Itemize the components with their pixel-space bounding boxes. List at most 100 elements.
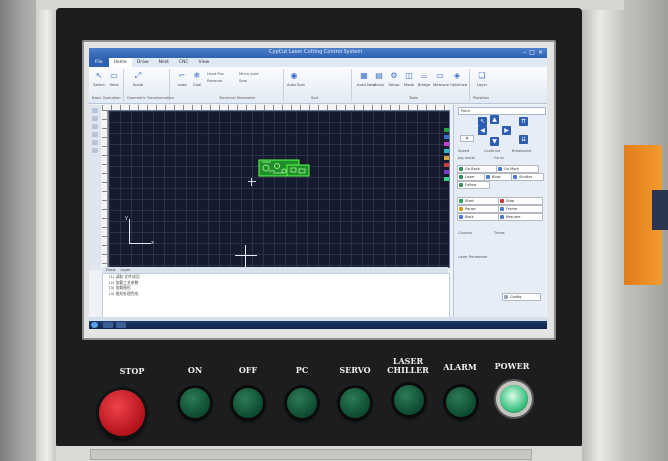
close-button[interactable]: ×: [538, 49, 543, 57]
group-label: Ploisition: [473, 96, 490, 100]
group-label: Sort: [311, 96, 319, 100]
tab-log-layer[interactable]: Layer: [121, 268, 131, 272]
auto-nest-button[interactable]: ▦ Auto Nest: [357, 71, 376, 87]
layer-button[interactable]: ❏ Layer: [475, 71, 489, 87]
monitor-screen: CypCut Laser Cutting Control System – □ …: [89, 48, 547, 329]
on-button[interactable]: [180, 388, 210, 418]
tab-nest[interactable]: Nest: [154, 60, 174, 65]
speed-button[interactable]: ▪: [460, 135, 474, 142]
bridge-button[interactable]: ⌓ Bridge: [417, 71, 431, 87]
arrow-right-icon[interactable]: ▶: [502, 126, 511, 135]
arrow-left-icon[interactable]: ◀: [478, 126, 487, 135]
log-line: (4) 图形处理完成: [109, 290, 139, 296]
taskbar-app-icon[interactable]: [116, 322, 126, 328]
ribbon-tabs: File Home Draw Nest CNC View: [89, 58, 547, 67]
pc-button[interactable]: [287, 388, 317, 418]
counter-label: Counter: [458, 231, 473, 235]
message-log: (1) 读取 文件成功 (2) 加载工艺参数 (3) 加载图形 (4) 图形处理…: [102, 273, 450, 319]
go-mark-button[interactable]: Go Mark: [496, 165, 539, 173]
check-seal[interactable]: Seal: [239, 78, 247, 83]
servo-button[interactable]: [340, 388, 370, 418]
cool-icon: ❄: [193, 71, 201, 80]
measure-icon: ▭: [436, 71, 444, 80]
tab-home[interactable]: Home: [108, 58, 132, 67]
frame-button[interactable]: Frame: [498, 205, 543, 213]
tab-view[interactable]: View: [194, 60, 215, 65]
optimize-icon: ◈: [453, 71, 461, 80]
auto-sort-button[interactable]: ◉ Auto Sort: [287, 71, 305, 87]
arrow-up-left-icon[interactable]: ↖: [478, 117, 487, 126]
continue-label: Continue: [484, 149, 501, 153]
monitor-icon: ▭: [110, 71, 118, 80]
check-micro-joint[interactable]: Micro Joint: [239, 71, 259, 76]
hw-label-on: ON: [187, 365, 203, 375]
off-button[interactable]: [233, 388, 263, 418]
start-icon[interactable]: [91, 322, 98, 328]
check-reverse[interactable]: Reverse: [207, 78, 222, 83]
window-title: CypCut Laser Cutting Control System: [269, 49, 363, 55]
resume-button[interactable]: Resume: [498, 213, 543, 221]
background-part: [652, 190, 668, 230]
arrow-up-icon[interactable]: ▲: [490, 115, 499, 124]
minimize-button[interactable]: –: [523, 49, 526, 57]
taskbar: [89, 321, 547, 329]
array-icon: ▤: [375, 71, 383, 80]
breakpoint-label: Breakpoint: [512, 149, 532, 153]
ribbon: ↖ Select ▭ View ⤢ Scale ⌐ Lead ❄ Cool Lead Po…: [89, 67, 547, 104]
times-label: Times: [494, 231, 505, 235]
z-up-icon[interactable]: ⇈: [519, 117, 528, 126]
sort-icon: ◉: [290, 71, 298, 80]
alarm-button[interactable]: [446, 387, 476, 417]
layer-icon: ❏: [478, 71, 486, 80]
tab-file[interactable]: File: [89, 58, 109, 67]
go-back-button[interactable]: Go Back: [457, 165, 500, 173]
tab-draw[interactable]: Draw: [132, 60, 154, 65]
group-label: Basic Operation: [92, 96, 121, 100]
lead-icon: ⌐: [178, 71, 186, 80]
cool-button[interactable]: ❄ Cool: [190, 71, 204, 87]
config-button[interactable]: Config: [502, 293, 541, 301]
z-down-icon[interactable]: ⇊: [519, 135, 528, 144]
y-axis-label: y: [125, 215, 128, 221]
back-button[interactable]: Back: [457, 213, 502, 221]
shutter-button[interactable]: Shutter: [511, 173, 544, 181]
select-button[interactable]: ↖ Select: [92, 71, 106, 87]
frame-rail-left: [36, 0, 58, 461]
control-selector[interactable]: Point: [458, 107, 546, 115]
workpiece-graphic[interactable]: [257, 157, 311, 179]
maximize-button[interactable]: □: [529, 49, 535, 57]
jog-mode-label: Jog mode: [458, 156, 475, 160]
tab-cnc[interactable]: CNC: [174, 60, 194, 65]
log-select[interactable]: Laser Parameter: [458, 255, 488, 259]
measure-button[interactable]: ▭ Measure: [433, 71, 449, 87]
hw-label-servo: SERVO: [339, 365, 371, 375]
nest-icon: ▦: [360, 71, 368, 80]
scale-icon: ⤢: [134, 71, 142, 80]
follow-button[interactable]: Follow: [457, 181, 490, 189]
mode-icon: ◫: [405, 71, 413, 80]
setup-button[interactable]: ⚙ Setup: [387, 71, 401, 87]
arrow-down-icon[interactable]: ▼: [490, 137, 499, 146]
frame-slot: [90, 449, 532, 460]
check-lead-pos[interactable]: Lead Pos: [207, 71, 224, 76]
lead-button[interactable]: ⌐ Lead: [175, 71, 189, 87]
crosshair-cursor: [235, 245, 257, 267]
optimize-button[interactable]: ◈ Optimize: [450, 71, 467, 87]
laser-chiller-button[interactable]: [394, 385, 424, 415]
stop-button[interactable]: Stop: [498, 197, 543, 205]
tab-log-draw[interactable]: Draw: [106, 268, 115, 272]
scale-button[interactable]: ⤢ Scale: [131, 71, 145, 87]
pause-button[interactable]: Pause: [457, 205, 502, 213]
view-button[interactable]: ▭ View: [107, 71, 121, 87]
array-button[interactable]: ▤ Array: [372, 71, 386, 87]
goto-label: Go to: [494, 156, 504, 160]
hw-label-stop: STOP: [119, 366, 145, 376]
drawing-canvas[interactable]: y x: [108, 110, 450, 268]
taskbar-app-icon[interactable]: [103, 322, 113, 328]
mode-button[interactable]: ◫ Mode: [402, 71, 416, 87]
machine-control-panel: Point ↖ ▲ ▼ ◀ ▶ ⇈ ⇊ ▪ Speed Continue Bre…: [453, 105, 546, 317]
start-button[interactable]: Start: [457, 197, 502, 205]
y-axis-line: [129, 219, 130, 243]
hw-label-pc: PC: [295, 365, 309, 375]
emergency-stop-button[interactable]: [99, 390, 145, 436]
